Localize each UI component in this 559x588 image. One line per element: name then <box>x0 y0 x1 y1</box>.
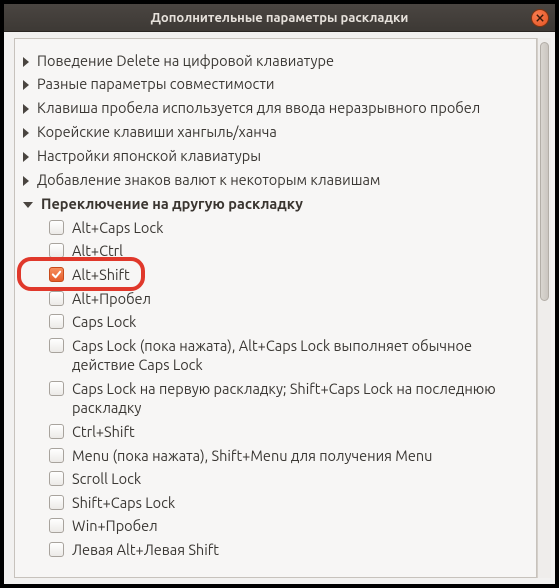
section-label: Переключение на другую раскладку <box>41 195 532 214</box>
section-japanese[interactable]: Настройки японской клавиатуры <box>23 144 532 168</box>
option-alt-capslock[interactable]: Alt+Caps Lock <box>23 216 532 240</box>
checkbox[interactable] <box>49 495 64 510</box>
option-label: Alt+Пробел <box>72 289 532 309</box>
checkbox[interactable] <box>49 424 64 439</box>
option-label: Win+Пробел <box>72 516 532 536</box>
option-alt-ctrl[interactable]: Alt+Ctrl <box>23 239 532 263</box>
option-label: Scroll Lock <box>72 469 532 489</box>
option-capslock[interactable]: Caps Lock <box>23 310 532 334</box>
option-capslock-held[interactable]: Caps Lock (пока нажата), Alt+Caps Lock в… <box>23 334 532 377</box>
option-capslock-first[interactable]: Caps Lock на первую раскладку; Shift+Cap… <box>23 377 532 420</box>
checkbox[interactable] <box>49 243 64 258</box>
option-label: Ctrl+Shift <box>72 422 532 442</box>
checkbox[interactable] <box>49 381 64 396</box>
section-label: Клавиша пробела используется для ввода н… <box>37 99 532 118</box>
close-icon <box>536 14 544 22</box>
option-left-alt-left-shift[interactable]: Левая Alt+Левая Shift <box>23 538 532 562</box>
checkbox[interactable] <box>49 448 64 463</box>
option-menu-held[interactable]: Menu (пока нажата), Shift+Menu для получ… <box>23 444 532 468</box>
section-label: Добавление знаков валют к некоторым клав… <box>37 171 532 190</box>
vertical-scrollbar[interactable] <box>537 38 551 578</box>
checkbox[interactable] <box>49 542 64 557</box>
content-area: Поведение Delete на цифровой клавиатуре … <box>4 32 555 584</box>
options-tree: Поведение Delete на цифровой клавиатуре … <box>14 38 537 578</box>
checkbox[interactable] <box>49 471 64 486</box>
option-shift-capslock[interactable]: Shift+Caps Lock <box>23 491 532 515</box>
section-label: Настройки японской клавиатуры <box>37 147 532 166</box>
titlebar: Дополнительные параметры раскладки <box>4 4 555 32</box>
option-win-space[interactable]: Win+Пробел <box>23 514 532 538</box>
close-button[interactable] <box>531 9 549 27</box>
checkbox[interactable] <box>49 291 64 306</box>
section-compat[interactable]: Разные параметры совместимости <box>23 73 532 97</box>
option-scroll-lock[interactable]: Scroll Lock <box>23 467 532 491</box>
section-korean[interactable]: Корейские клавиши хангыль/ханча <box>23 121 532 145</box>
checkbox[interactable] <box>49 518 64 533</box>
section-space-key[interactable]: Клавиша пробела используется для ввода н… <box>23 97 532 121</box>
option-label: Alt+Ctrl <box>72 241 532 261</box>
checkbox[interactable] <box>49 338 64 353</box>
option-label: Menu (пока нажата), Shift+Menu для получ… <box>72 446 532 466</box>
option-label: Caps Lock на первую раскладку; Shift+Cap… <box>72 379 532 418</box>
option-label: Alt+Shift <box>72 265 532 285</box>
section-layout-switch[interactable]: Переключение на другую раскладку <box>23 192 532 216</box>
section-label: Корейские клавиши хангыль/ханча <box>37 123 532 142</box>
checkbox[interactable] <box>49 220 64 235</box>
checkbox-checked[interactable] <box>49 267 64 282</box>
section-label: Разные параметры совместимости <box>37 75 532 94</box>
section-label: Поведение Delete на цифровой клавиатуре <box>37 52 532 71</box>
scrollbar-thumb[interactable] <box>540 42 549 301</box>
option-label: Caps Lock <box>72 312 532 332</box>
chevron-right-icon <box>23 152 29 162</box>
chevron-down-icon <box>23 202 33 208</box>
option-alt-space[interactable]: Alt+Пробел <box>23 287 532 311</box>
option-alt-shift[interactable]: Alt+Shift <box>23 263 532 287</box>
chevron-right-icon <box>23 57 29 67</box>
option-label: Alt+Caps Lock <box>72 218 532 238</box>
option-label: Левая Alt+Левая Shift <box>72 540 532 560</box>
checkbox[interactable] <box>49 314 64 329</box>
section-currency[interactable]: Добавление знаков валют к некоторым клав… <box>23 168 532 192</box>
option-label: Shift+Caps Lock <box>72 493 532 513</box>
window-title: Дополнительные параметры раскладки <box>151 11 409 25</box>
section-delete-behavior[interactable]: Поведение Delete на цифровой клавиатуре <box>23 49 532 73</box>
chevron-right-icon <box>23 176 29 186</box>
check-icon <box>51 269 62 280</box>
chevron-right-icon <box>23 128 29 138</box>
chevron-right-icon <box>23 104 29 114</box>
option-ctrl-shift[interactable]: Ctrl+Shift <box>23 420 532 444</box>
chevron-right-icon <box>23 80 29 90</box>
option-label: Caps Lock (пока нажата), Alt+Caps Lock в… <box>72 336 532 375</box>
